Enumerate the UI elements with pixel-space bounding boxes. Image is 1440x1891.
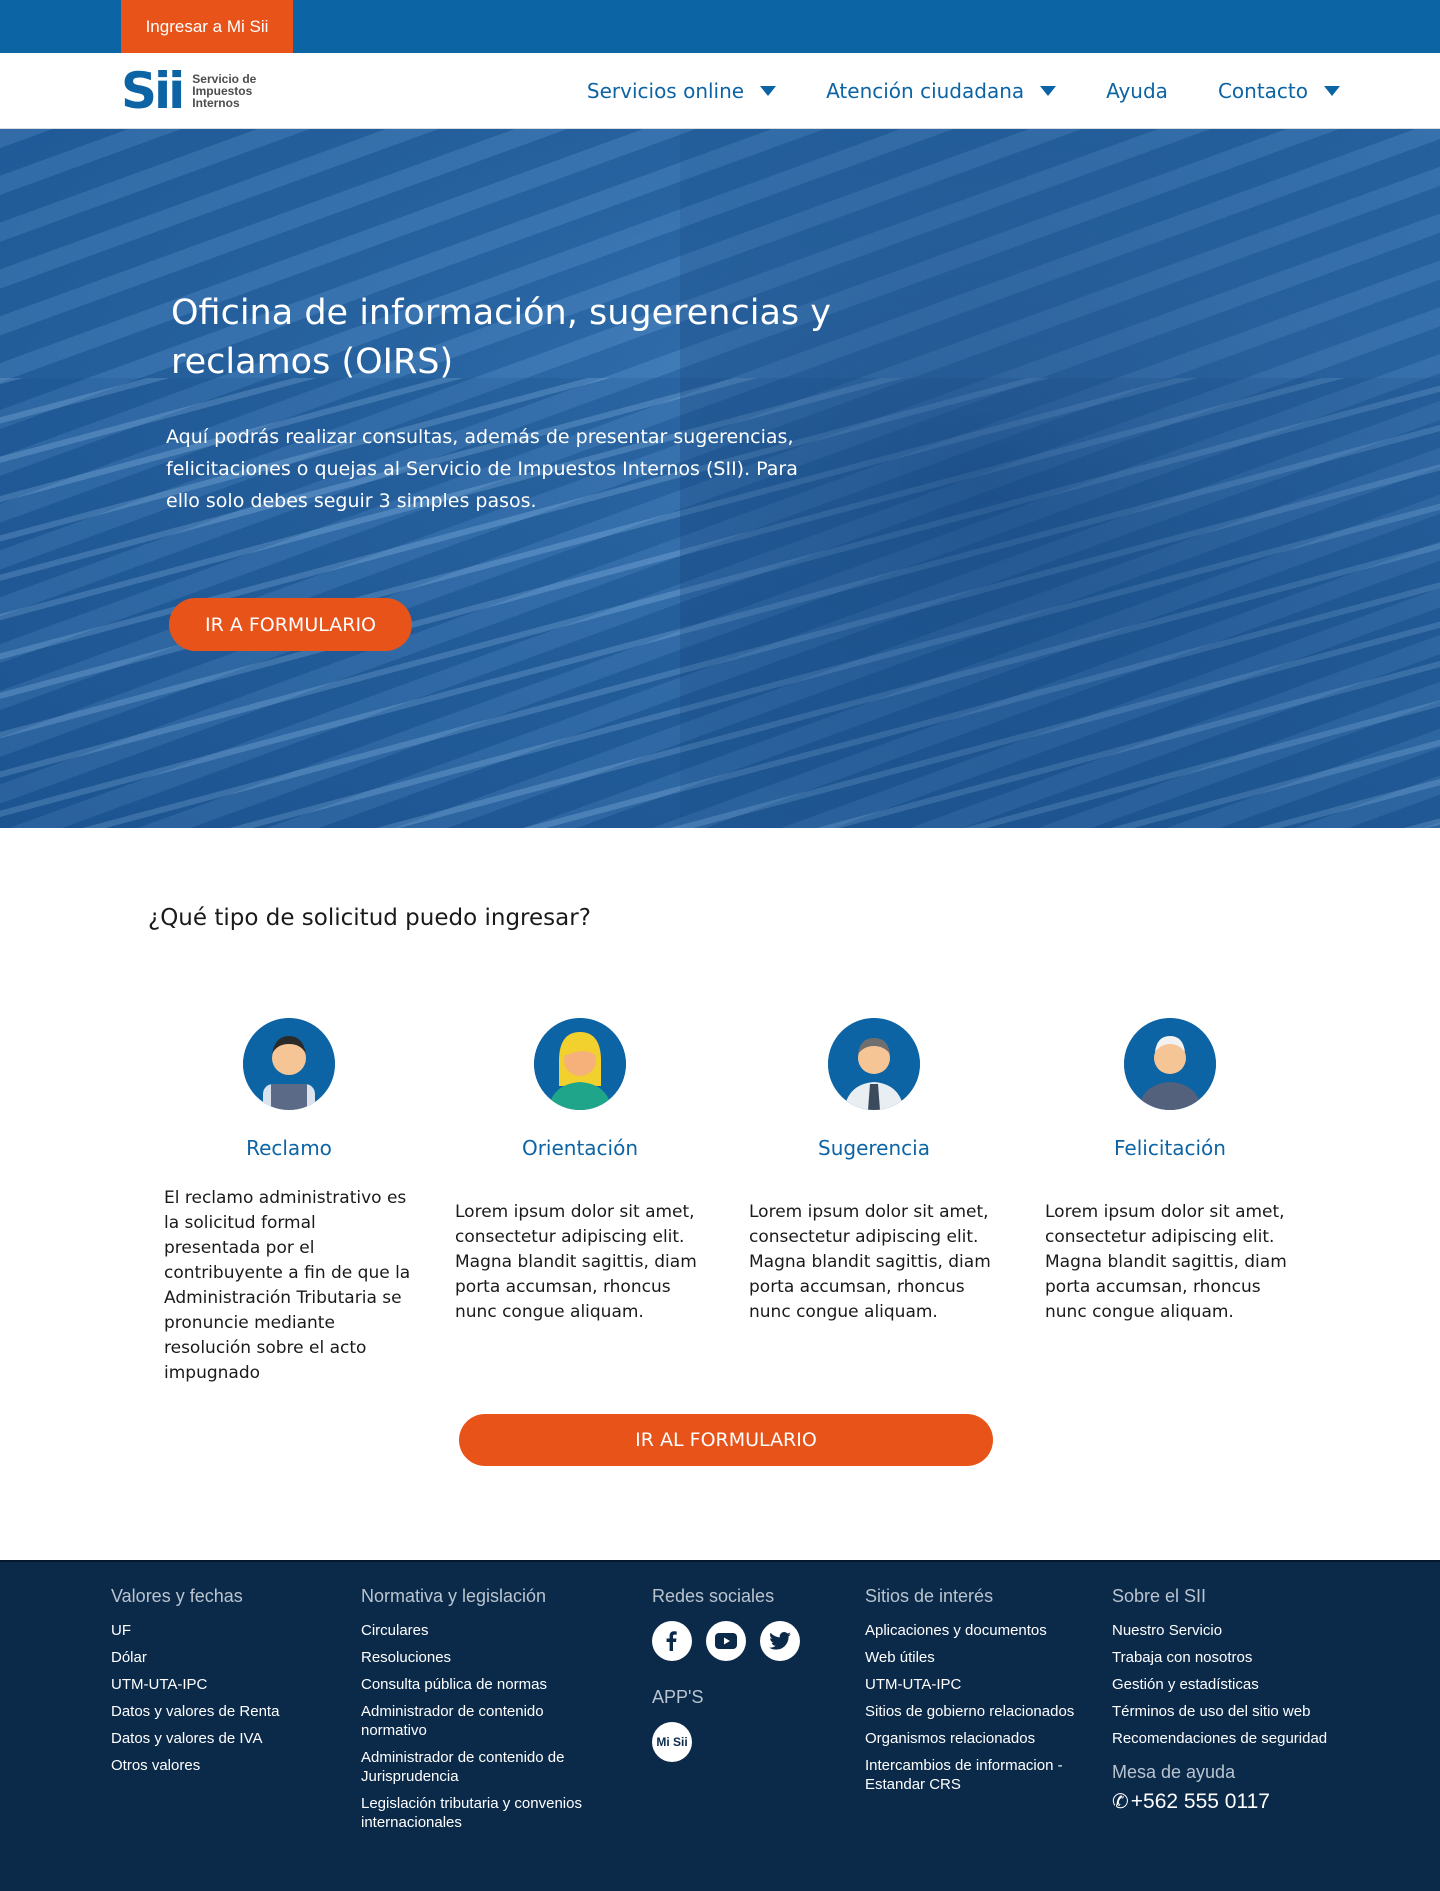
caret-down-icon [1040, 86, 1057, 96]
card-title: Felicitación [1114, 1136, 1226, 1160]
site-header: Sii Servicio de Impuestos Internos Servi… [0, 53, 1440, 129]
nav-contacto[interactable]: Contacto [1218, 79, 1340, 103]
woman-avatar-icon [534, 1018, 626, 1110]
elder-avatar-icon [1124, 1018, 1216, 1110]
nav-label: Ayuda [1106, 79, 1168, 103]
footer-col-title: Sobre el SII [1112, 1586, 1207, 1606]
footer-col-sobre: Sobre el SII Nuestro Servicio Trabaja co… [1112, 1586, 1372, 1814]
footer-link[interactable]: UTM-UTA-IPC [111, 1675, 279, 1694]
footer-link[interactable]: Administrador de contenido de Jurisprude… [361, 1748, 611, 1786]
footer-link[interactable]: Legislación tributaria y convenios inter… [361, 1794, 611, 1832]
hero-title: Oficina de información, sugerencias y re… [171, 293, 831, 382]
nav-label: Contacto [1217, 79, 1308, 103]
help-desk-title: Mesa de ayuda [1112, 1762, 1236, 1782]
footer-col-title: Valores y fechas [111, 1586, 243, 1606]
apps-title: APP'S [652, 1687, 704, 1707]
nav-label: Servicios online [586, 79, 745, 103]
footer-link[interactable]: Otros valores [111, 1756, 279, 1775]
phone-number: +562 555 0117 [1130, 1789, 1270, 1813]
footer-col-title: Normativa y legislación [361, 1586, 547, 1606]
card-title: Sugerencia [818, 1136, 930, 1160]
footer-link[interactable]: UF [111, 1621, 279, 1640]
card-description: Lorem ipsum dolor sit amet, consectetur … [749, 1202, 991, 1322]
footer-link[interactable]: Organismos relacionados [865, 1729, 1095, 1748]
logo-mark-text: Sii [121, 62, 185, 120]
site-footer: Valores y fechas UF Dólar UTM-UTA-IPC Da… [0, 1560, 1440, 1891]
mi-sii-app-icon[interactable]: Mi Sii [652, 1722, 692, 1762]
footer-link[interactable]: Términos de uso del sitio web [1112, 1702, 1372, 1721]
footer-link[interactable]: Resoluciones [361, 1648, 611, 1667]
nav-atencion-ciudadana[interactable]: Atención ciudadana [826, 79, 1057, 103]
worker-avatar-icon [243, 1018, 335, 1110]
request-card-reclamo: Reclamo El reclamo administrativo es la … [164, 1018, 414, 1386]
card-description: Lorem ipsum dolor sit amet, consectetur … [455, 1202, 697, 1322]
footer-link[interactable]: Dólar [111, 1648, 279, 1667]
section-title: ¿Qué tipo de solicitud puedo ingresar? [148, 905, 591, 931]
phone-icon: ✆ [1112, 1791, 1129, 1813]
footer-col-redes: Redes sociales APP'S Mi Sii [652, 1586, 800, 1762]
footer-col-normativa: Normativa y legislación Circulares Resol… [361, 1586, 611, 1840]
nav-label: Atención ciudadana [826, 79, 1025, 103]
request-card-orientacion: Orientación Lorem ipsum dolor sit amet, … [455, 1018, 705, 1325]
footer-link[interactable]: Gestión y estadísticas [1112, 1675, 1372, 1694]
card-description: Lorem ipsum dolor sit amet, consectetur … [1045, 1202, 1287, 1322]
logo-name: Servicio de Impuestos Internos [192, 73, 256, 109]
footer-link[interactable]: Trabaja con nosotros [1112, 1648, 1372, 1667]
nav-ayuda[interactable]: Ayuda [1106, 79, 1168, 103]
go-to-form-button-secondary[interactable]: IR AL FORMULARIO [459, 1414, 993, 1466]
footer-link[interactable]: Datos y valores de Renta [111, 1702, 279, 1721]
caret-down-icon [760, 86, 777, 96]
facebook-icon[interactable] [652, 1621, 692, 1661]
footer-link[interactable]: Aplicaciones y documentos [865, 1621, 1095, 1640]
top-bar: Ingresar a Mi Sii [0, 0, 1440, 53]
footer-link[interactable]: UTM-UTA-IPC [865, 1675, 1095, 1694]
go-to-form-button[interactable]: IR A FORMULARIO [169, 598, 412, 651]
logo-mark: Sii [121, 66, 185, 116]
footer-link[interactable]: Circulares [361, 1621, 611, 1640]
footer-link[interactable]: Sitios de gobierno relacionados [865, 1702, 1095, 1721]
hero-banner: Oficina de información, sugerencias y re… [0, 129, 1440, 828]
footer-link[interactable]: Recomendaciones de seguridad [1112, 1729, 1372, 1748]
request-card-sugerencia: Sugerencia Lorem ipsum dolor sit amet, c… [749, 1018, 999, 1325]
footer-col-title: Sitios de interés [865, 1586, 994, 1606]
footer-link[interactable]: Intercambios de informacion - Estandar C… [865, 1756, 1095, 1794]
help-phone[interactable]: ✆ +562 555 0117 [1112, 1789, 1372, 1814]
youtube-icon[interactable] [706, 1621, 746, 1661]
logo-name-line: Internos [192, 96, 240, 110]
hero-description: Aquí podrás realizar consultas, además d… [166, 426, 798, 512]
caret-down-icon [1324, 86, 1340, 96]
request-card-felicitacion: Felicitación Lorem ipsum dolor sit amet,… [1045, 1018, 1295, 1325]
sii-logo[interactable]: Sii Servicio de Impuestos Internos [121, 63, 271, 119]
footer-link[interactable]: Datos y valores de IVA [111, 1729, 279, 1748]
footer-link[interactable]: Nuestro Servicio [1112, 1621, 1372, 1640]
footer-link[interactable]: Administrador de contenido normativo [361, 1702, 611, 1740]
social-icons [652, 1621, 800, 1661]
nav-servicios-online[interactable]: Servicios online [586, 79, 777, 103]
card-title: Reclamo [246, 1136, 332, 1160]
card-title: Orientación [521, 1136, 639, 1160]
businessman-avatar-icon [828, 1018, 920, 1110]
footer-link[interactable]: Web útiles [865, 1648, 1095, 1667]
login-mi-sii-button[interactable]: Ingresar a Mi Sii [121, 0, 293, 53]
footer-col-title: Redes sociales [652, 1586, 775, 1606]
card-description: El reclamo administrativo es la solicitu… [164, 1188, 411, 1383]
twitter-icon[interactable] [760, 1621, 800, 1661]
footer-link[interactable]: Consulta pública de normas [361, 1675, 611, 1694]
footer-col-valores: Valores y fechas UF Dólar UTM-UTA-IPC Da… [111, 1586, 279, 1783]
main-nav: Servicios online Atención ciudadana Ayud… [537, 53, 1340, 129]
footer-col-sitios: Sitios de interés Aplicaciones y documen… [865, 1586, 1095, 1802]
